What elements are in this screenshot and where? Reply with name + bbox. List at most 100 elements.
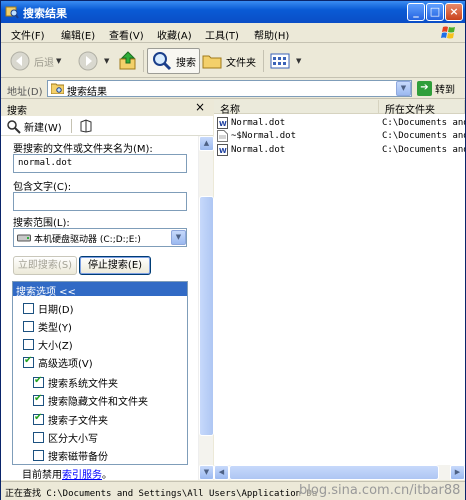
option-advanced[interactable]: 高级选项(V): [23, 355, 93, 370]
column-header-name[interactable]: 名称: [214, 100, 379, 116]
index-service-note: 目前禁用索引服务。: [22, 466, 112, 480]
maximize-button[interactable]: □: [426, 3, 444, 21]
views-button[interactable]: ▼: [269, 48, 301, 74]
tape-backup-checkbox[interactable]: [33, 450, 44, 461]
views-icon: [270, 53, 290, 69]
system-folders-checkbox[interactable]: [33, 375, 44, 388]
svg-text:W: W: [219, 120, 227, 128]
search-folder-icon: [51, 83, 64, 94]
hidden-files-checkbox[interactable]: [33, 393, 44, 406]
up-folder-button[interactable]: [117, 48, 142, 74]
result-name: Normal.dot: [231, 145, 286, 155]
advanced-checkbox[interactable]: [23, 355, 34, 368]
type-checkbox[interactable]: [23, 321, 34, 332]
close-button[interactable]: ×: [445, 3, 463, 21]
option-size-label: 大小(Z): [38, 341, 73, 352]
watermark: blog.sina.com.cn/itbar88: [299, 483, 461, 498]
size-checkbox[interactable]: [23, 339, 34, 350]
go-label: 转到: [435, 85, 455, 96]
minimize-button[interactable]: _: [407, 3, 425, 21]
contains-text-label: 包含文字(C):: [13, 182, 72, 193]
option-case-sensitive-label: 区分大小写: [48, 434, 98, 445]
scroll-up-icon[interactable]: ▲: [199, 136, 214, 151]
option-system-folders-label: 搜索系统文件夹: [48, 379, 118, 390]
search-pane-toolbar: 新建(W): [1, 116, 213, 136]
menu-view[interactable]: 查看(V): [109, 27, 144, 42]
new-search-label: 新建(W): [24, 123, 62, 134]
option-case-sensitive[interactable]: 区分大小写: [33, 430, 98, 445]
table-row[interactable]: W Normal.dot C:\Documents and: [214, 116, 465, 130]
search-pane: 搜索 × 新建(W) 要搜索的文件或文件夹名为(M): normal.dot 包…: [1, 100, 214, 480]
option-size[interactable]: 大小(Z): [23, 337, 73, 352]
title-bar[interactable]: 搜索结果 _ □ ×: [1, 1, 465, 23]
look-in-value: 本机硬盘驱动器 (C:;D:;E:): [34, 235, 141, 245]
views-dropdown-icon[interactable]: ▼: [296, 57, 301, 65]
horizontal-scroll-thumb[interactable]: [229, 465, 439, 480]
toolbar: 后退 ▼ ▼ 搜索 文件夹 ▼: [1, 44, 465, 78]
menu-bar: 文件(F) 编辑(E) 查看(V) 收藏(A) 工具(T) 帮助(H): [1, 23, 465, 43]
index-note-prefix: 目前禁用: [22, 470, 62, 480]
status-text: 正在查找 C:\Documents and Settings\All Users…: [5, 489, 318, 499]
contains-text-input[interactable]: [13, 192, 187, 211]
option-date-label: 日期(D): [38, 305, 74, 316]
table-row[interactable]: W Normal.dot C:\Documents and: [214, 143, 465, 157]
option-system-folders[interactable]: 搜索系统文件夹: [33, 375, 118, 390]
option-subfolders[interactable]: 搜索子文件夹: [33, 412, 108, 427]
menu-file[interactable]: 文件(F): [11, 27, 45, 42]
scroll-thumb[interactable]: [199, 196, 214, 436]
option-subfolders-label: 搜索子文件夹: [48, 416, 108, 427]
forward-button[interactable]: ▼: [77, 48, 109, 74]
back-label: 后退: [34, 57, 54, 69]
scroll-down-icon[interactable]: ▼: [199, 465, 214, 480]
forward-dropdown-icon[interactable]: ▼: [104, 57, 109, 65]
menu-favorites[interactable]: 收藏(A): [157, 27, 192, 42]
option-hidden-files-label: 搜索隐藏文件和文件夹: [48, 397, 148, 408]
case-sensitive-checkbox[interactable]: [33, 432, 44, 443]
search-button[interactable]: 搜索: [147, 48, 200, 74]
address-dropdown-button[interactable]: ▼: [396, 81, 411, 96]
stop-search-button[interactable]: 停止搜索(E): [79, 256, 151, 275]
go-button[interactable]: ➔ 转到: [417, 81, 455, 96]
pane-toolbar-separator: [71, 119, 72, 133]
explorer-window: 搜索结果 _ □ × 文件(F) 编辑(E) 查看(V) 收藏(A) 工具(T)…: [0, 0, 466, 500]
result-folder: C:\Documents and: [382, 118, 465, 128]
address-input[interactable]: 搜索结果 ▼: [47, 80, 412, 98]
index-service-link[interactable]: 索引服务: [62, 470, 102, 480]
subfolders-checkbox[interactable]: [33, 412, 44, 425]
menu-tools[interactable]: 工具(T): [205, 27, 239, 42]
scroll-left-icon[interactable]: ◀: [214, 465, 229, 480]
filename-input[interactable]: normal.dot: [13, 154, 187, 173]
scroll-right-icon[interactable]: ▶: [450, 465, 465, 480]
option-type[interactable]: 类型(Y): [23, 319, 72, 334]
menu-edit[interactable]: 编辑(E): [61, 27, 95, 42]
option-tape-backup[interactable]: 搜索磁带备份: [33, 448, 108, 463]
menu-help[interactable]: 帮助(H): [254, 27, 289, 42]
search-options-header[interactable]: 搜索选项 <<: [13, 282, 187, 298]
column-header-folder[interactable]: 所在文件夹: [379, 100, 465, 116]
address-label: 地址(D): [7, 87, 43, 98]
new-search-button[interactable]: 新建(W): [7, 119, 62, 134]
search-options-title: 搜索选项 <<: [16, 287, 76, 298]
folder-icon: [202, 55, 222, 69]
search-form: 要搜索的文件或文件夹名为(M): normal.dot 包含文字(C): 搜索范…: [1, 136, 198, 480]
table-row[interactable]: ~$Normal.dot C:\Documents and: [214, 129, 465, 143]
results-horizontal-scrollbar[interactable]: ◀ ▶: [214, 465, 465, 480]
search-now-button[interactable]: 立即搜索(S): [13, 256, 77, 275]
status-bar: 正在查找 C:\Documents and Settings\All Users…: [1, 481, 465, 500]
look-in-dropdown-button[interactable]: ▼: [171, 230, 186, 245]
results-pane: 名称 所在文件夹 W Normal.dot C:\Documents and ~…: [214, 100, 465, 480]
date-checkbox[interactable]: [23, 303, 34, 314]
option-hidden-files[interactable]: 搜索隐藏文件和文件夹: [33, 393, 148, 408]
option-date[interactable]: 日期(D): [23, 301, 74, 316]
new-search-icon: [7, 119, 21, 134]
close-pane-icon[interactable]: ×: [195, 100, 205, 114]
search-pane-scrollbar[interactable]: ▲ ▼: [198, 136, 214, 480]
look-in-select[interactable]: 本机硬盘驱动器 (C:;D:;E:) ▼: [13, 228, 187, 247]
word-template-icon: W: [217, 117, 228, 129]
search-pane-header: 搜索 ×: [1, 100, 213, 117]
back-button[interactable]: 后退 ▼: [9, 48, 61, 74]
search-icon: [153, 52, 172, 71]
folders-button[interactable]: 文件夹: [201, 48, 256, 74]
back-dropdown-icon[interactable]: ▼: [56, 57, 61, 65]
search-history-icon[interactable]: [79, 119, 93, 133]
